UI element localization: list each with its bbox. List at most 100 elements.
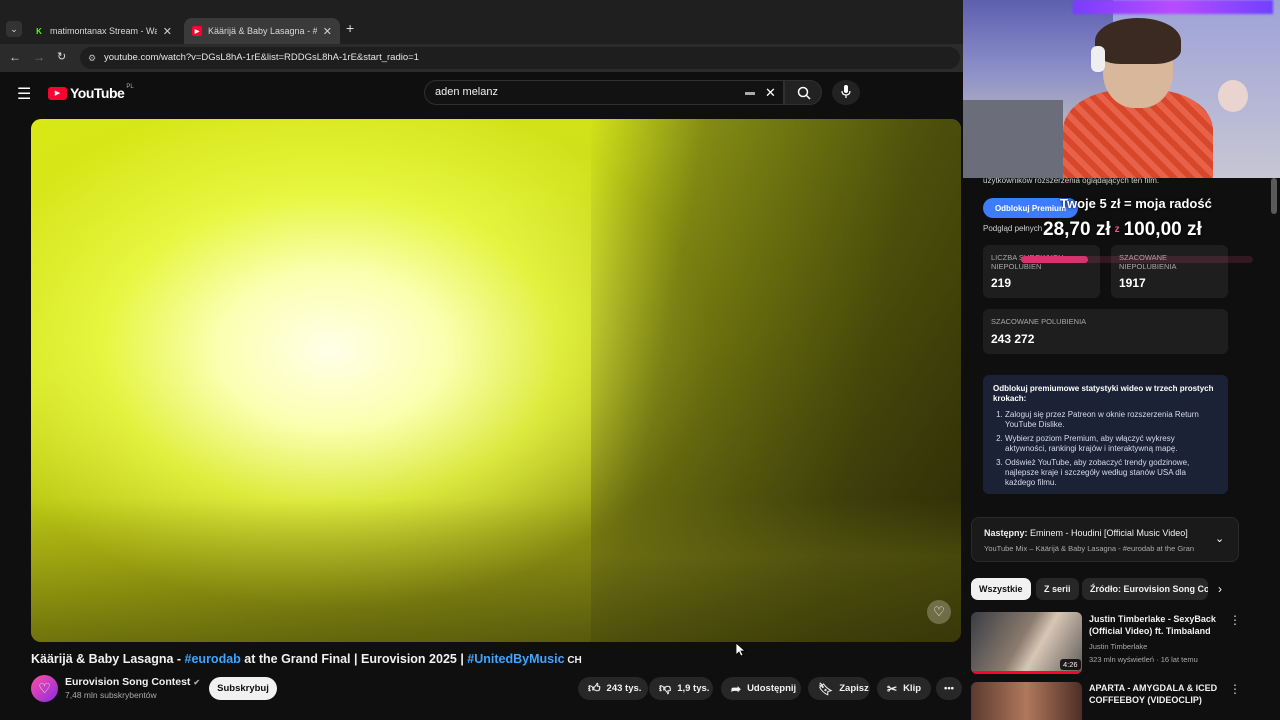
search-input[interactable]: aden melanz ▬ ✕ [424,80,784,105]
thumbs-up-icon: 👍︎ [588,681,601,695]
title-suffix: CH [564,655,582,666]
hashtag-link[interactable]: #UnitedByMusic [467,652,564,666]
tab-title: Käärijä & Baby Lasagna - #eurod [208,26,317,36]
more-horizontal-icon: ••• [944,683,954,694]
address-bar[interactable]: ⚙ youtube.com/watch?v=DGsL8hA-1rE&list=R… [80,47,960,69]
tab-youtube-active[interactable]: ▶ Käärijä & Baby Lasagna - #eurod ✕ [184,18,340,44]
unlock-step: Odśwież YouTube, aby zobaczyć trendy god… [1005,458,1218,488]
more-vertical-icon[interactable]: ⋮ [1229,682,1241,696]
url-text: youtube.com/watch?v=DGsL8hA-1rE&list=RDD… [104,52,419,63]
title-text: at the Grand Final | Eurovision 2025 | [240,652,468,666]
next-video-title: Eminem - Houdini [Official Music Video] [1030,528,1188,538]
rec-channel[interactable]: Justin Timberlake [1089,642,1147,651]
rec-title[interactable]: APARTA - AMYGDALA & ICED COFFEEBOY (VIDE… [1089,682,1219,706]
next-mix-subtitle: YouTube Mix – Käärijä & Baby Lasagna - #… [984,544,1194,553]
chip-all[interactable]: Wszystkie [971,578,1031,600]
chip-source[interactable]: Źródło: Eurovision Song Co [1082,578,1208,600]
save-label: Zapisz [839,683,869,694]
hashtag-link[interactable]: #eurodab [185,652,241,666]
voice-search-button[interactable] [832,80,860,105]
scrollbar-thumb[interactable] [1271,178,1277,214]
unlock-heading: Odblokuj premiumowe statystyki wideo w t… [993,384,1214,403]
estimated-likes-value: 243 272 [991,332,1035,346]
save-button[interactable]: 🔖︎ Zapisz [808,677,870,700]
rec-title[interactable]: Justin Timberlake - SexyBack (Official V… [1089,613,1219,637]
like-count: 243 tys. [606,683,642,694]
donation-progress-fill [1021,256,1088,263]
dislike-button[interactable]: 👎︎ 1,9 tys. [649,677,713,700]
donation-current: 28,70 zł [1043,219,1111,240]
chevron-down-icon[interactable]: ⌄ [1215,532,1224,545]
donation-goal-text: Twoje 5 zł = moja radość [1060,196,1212,211]
next-label: Następny: [984,528,1028,538]
chip-series[interactable]: Z serii [1036,578,1079,600]
search-button[interactable] [784,80,822,105]
video-duration: 4:26 [1060,659,1081,670]
youtube-logo[interactable]: ▶ YouTube PL [48,84,134,101]
youtube-icon: ▶ [192,26,202,36]
verified-icon: ✔ [193,678,201,687]
close-tab-icon[interactable]: ✕ [323,25,332,38]
unlock-steps-box: Odblokuj premiumowe statystyki wideo w t… [983,375,1228,494]
unlock-step: Zaloguj się przez Patreon w oknie rozsze… [1005,410,1218,430]
tab-title: matimontanax Stream - Watch [50,26,157,36]
webcam-furniture [963,100,1063,178]
youtube-logo-text: YouTube [70,85,125,101]
donation-progress-bar [1021,256,1253,263]
donation-separator: z [1114,224,1120,236]
dislike-count: 1,9 tys. [677,683,710,694]
close-tab-icon[interactable]: ✕ [163,25,172,38]
mouse-cursor-icon [736,643,746,657]
autoplay-next-box[interactable]: Następny: Eminem - Houdini [Official Mus… [971,517,1239,562]
channel-name[interactable]: Eurovision Song Contest ✔ [65,676,200,688]
chevron-right-icon[interactable]: › [1218,582,1222,596]
channel-name-text: Eurovision Song Contest [65,676,191,688]
more-actions-button[interactable]: ••• [936,677,962,700]
streamer-hair [1095,18,1181,64]
video-player[interactable]: ♡ [31,119,961,642]
tab-list-dropdown[interactable]: ⌄ [6,21,22,37]
subscribe-button[interactable]: Subskrybuj [209,677,277,700]
favorite-heart-icon[interactable]: ♡ [927,600,951,624]
raw-dislikes-card: LICZBA SUROWYCH NIEPOLUBIEŃ 219 [983,245,1100,298]
subscriber-count: 7,48 mln subskrybentów [65,690,157,700]
tab-kick[interactable]: K matimontanax Stream - Watch ✕ [26,18,180,44]
menu-icon[interactable]: ☰ [17,84,31,104]
browser-tab-bar: ⌄ K matimontanax Stream - Watch ✕ ▶ Käär… [0,0,963,44]
donation-amount: 28,70 zł z 100,00 zł [1043,219,1202,241]
forward-icon[interactable]: → [33,50,45,64]
scissors-icon: ✂ [887,681,898,696]
site-info-icon[interactable]: ⚙ [88,47,96,69]
region-code: PL [126,84,134,90]
reload-icon[interactable]: ↻ [57,50,66,63]
rec-thumbnail[interactable] [971,682,1082,720]
more-vertical-icon[interactable]: ⋮ [1229,613,1241,627]
clip-button[interactable]: ✂ Klip [877,677,931,700]
clip-label: Klip [903,683,922,694]
search-icon [797,86,811,100]
bookmark-icon: 🔖︎ [818,681,834,696]
channel-avatar[interactable]: ♡ [31,675,58,702]
keyboard-icon[interactable]: ▬ [745,81,755,104]
donation-goal: 100,00 zł [1123,219,1202,240]
back-icon[interactable]: ← [9,50,21,64]
share-label: Udostępnij [747,683,797,694]
share-icon: ➦ [731,681,742,696]
share-button[interactable]: ➦ Udostępnij [721,677,801,700]
search-query: aden melanz [435,86,498,98]
unlock-step: Wybierz poziom Premium, aby włączyć wykr… [1005,434,1218,454]
clear-search-icon[interactable]: ✕ [765,81,776,104]
rec-thumbnail[interactable]: 4:26 [971,612,1082,674]
kick-icon: K [36,26,42,36]
thumbs-down-icon: 👎︎ [659,681,672,695]
like-button[interactable]: 👍︎ 243 tys. [578,677,648,700]
crowd-scene [31,499,961,642]
webcam-overlay [963,0,1280,178]
rec-meta: 323 mln wyświetleń · 16 lat temu [1089,655,1198,664]
estimated-dislikes-value: 1917 [1119,276,1146,290]
new-tab-button[interactable]: + [346,20,354,36]
estimated-dislikes-card: SZACOWANE NIEPOLUBIENIA 1917 [1111,245,1228,298]
raw-dislikes-value: 219 [991,276,1012,290]
plush-toy [1218,80,1248,112]
video-title: Käärijä & Baby Lasagna - #eurodab at the… [31,652,582,666]
